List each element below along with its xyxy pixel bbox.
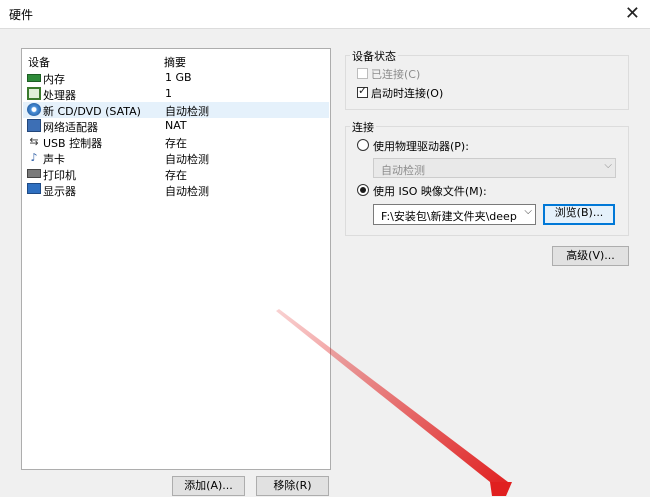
- connection-label: 连接: [350, 119, 376, 135]
- hardware-item-name: 网络适配器: [43, 121, 98, 134]
- hardware-item-summary: 自动检测: [165, 153, 209, 166]
- physical-drive-value: 自动检测: [381, 164, 425, 177]
- hardware-item-memory[interactable]: 内存 1 GB: [23, 70, 329, 86]
- iso-path-input[interactable]: F:\安装包\新建文件夹\deepin ⌵: [373, 204, 536, 225]
- hardware-item-name: 内存: [43, 73, 65, 86]
- connected-checkbox[interactable]: [357, 68, 368, 79]
- column-header-summary[interactable]: 摘要: [164, 54, 186, 70]
- hardware-item-summary: 1: [165, 87, 172, 100]
- hardware-item-summary: 自动检测: [165, 185, 209, 198]
- radio-selected-dot: [360, 187, 366, 193]
- hardware-item-summary: 存在: [165, 169, 187, 182]
- remove-hardware-button[interactable]: 移除(R): [256, 476, 329, 496]
- hardware-item-name: 显示器: [43, 185, 76, 198]
- cd-dvd-icon: [27, 103, 41, 116]
- hardware-item-usb[interactable]: ⇆ USB 控制器 存在: [23, 134, 329, 150]
- connect-at-power-on-checkbox[interactable]: ✓: [357, 84, 368, 98]
- printer-icon: [27, 169, 41, 178]
- add-hardware-button[interactable]: 添加(A)...: [172, 476, 245, 496]
- monitor-icon: [27, 183, 41, 194]
- window-title: 硬件: [9, 8, 34, 22]
- hardware-item-summary: 存在: [165, 137, 187, 150]
- connected-label: 已连接(C): [371, 68, 421, 81]
- hardware-item-sound-card[interactable]: ♪ 声卡 自动检测: [23, 150, 329, 166]
- hardware-item-summary: 自动检测: [165, 105, 209, 118]
- check-icon: ✓: [358, 84, 368, 97]
- hardware-item-summary: 1 GB: [165, 71, 192, 84]
- iso-image-label: 使用 ISO 映像文件(M):: [373, 185, 487, 198]
- cpu-icon: [27, 87, 41, 100]
- iso-image-radio[interactable]: [357, 184, 369, 196]
- physical-drive-select[interactable]: 自动检测 ⌵: [373, 158, 616, 178]
- hardware-item-summary: NAT: [165, 119, 187, 132]
- sound-card-icon: ♪: [30, 151, 38, 164]
- column-header-device[interactable]: 设备: [28, 54, 50, 70]
- hardware-item-name: 打印机: [43, 169, 76, 182]
- hardware-item-cpu[interactable]: 处理器 1: [23, 86, 329, 102]
- physical-drive-label: 使用物理驱动器(P):: [373, 140, 469, 153]
- chevron-down-icon: ⌵: [604, 160, 612, 171]
- title-bar: 硬件 ✕: [0, 0, 650, 28]
- hardware-item-name: USB 控制器: [43, 137, 103, 150]
- hardware-item-name: 处理器: [43, 89, 76, 102]
- usb-icon: ⇆: [29, 135, 39, 148]
- hardware-item-name: 声卡: [43, 153, 65, 166]
- hardware-item-cd-dvd[interactable]: 新 CD/DVD (SATA) 自动检测: [23, 102, 329, 118]
- connect-at-power-on-label: 启动时连接(O): [371, 87, 444, 100]
- hardware-item-name: 新 CD/DVD (SATA): [43, 105, 141, 118]
- close-icon[interactable]: ✕: [625, 3, 640, 24]
- hardware-list: 设备 摘要 内存 1 GB 处理器 1 新 CD/DVD (SATA) 自动检测…: [21, 48, 331, 470]
- hardware-item-printer[interactable]: 打印机 存在: [23, 166, 329, 182]
- hardware-item-monitor[interactable]: 显示器 自动检测: [23, 182, 329, 198]
- browse-button[interactable]: 浏览(B)...: [543, 204, 615, 225]
- hardware-item-network-adapter[interactable]: 网络适配器 NAT: [23, 118, 329, 134]
- network-adapter-icon: [27, 119, 41, 132]
- hardware-list-header: 设备 摘要: [22, 49, 330, 70]
- advanced-button[interactable]: 高级(V)...: [552, 246, 629, 266]
- physical-drive-radio[interactable]: [357, 139, 369, 151]
- memory-icon: [27, 74, 41, 82]
- device-status-label: 设备状态: [350, 48, 398, 64]
- chevron-down-icon[interactable]: ⌵: [524, 206, 532, 217]
- iso-path-value: F:\安装包\新建文件夹\deepin: [381, 210, 517, 223]
